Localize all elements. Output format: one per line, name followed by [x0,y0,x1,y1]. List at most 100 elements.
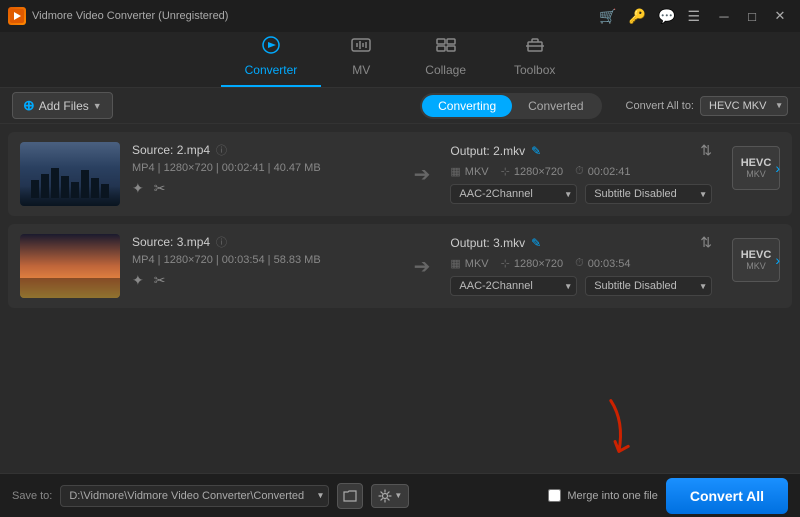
tab-mv-label: MV [352,63,370,77]
building [101,184,109,198]
toolbar: ⊕ Add Files ▼ Converting Converted Conve… [0,88,800,124]
building [41,174,49,198]
file-info-1: Source: 2.mp4 ⓘ MP4 | 1280×720 | 00:02:4… [132,142,394,197]
output-name-1: Output: 2.mkv ✎ [450,144,541,158]
clock-icon-2: ⏱ [575,257,584,270]
folder-button[interactable] [337,483,363,509]
tab-toolbox-label: Toolbox [514,63,555,77]
tab-mv[interactable]: MV [321,30,401,87]
settings-arrow: ▼ [394,491,402,500]
file-thumb-2 [20,234,120,298]
format-select-wrapper[interactable]: HEVC MKV H.264 MP4 H.264 AVI ▼ [700,96,788,116]
building [81,170,89,198]
app-icon [8,7,26,25]
badge-bottom-1: MKV [746,169,766,179]
subtitle-select-2[interactable]: Subtitle Disabled [585,276,712,296]
audio-select-wrapper-1[interactable]: AAC-2Channel ▼ [450,184,577,204]
output-area-1: Output: 2.mkv ✎ ⇅ ▦ MKV ⊹ 1280×720 [450,142,712,204]
converting-tab[interactable]: Converting [422,95,512,117]
merge-label: Merge into one file [567,490,658,502]
tune-icon-1[interactable]: ⇅ [700,142,712,159]
convert-all-button[interactable]: Convert All [666,478,788,514]
subtitle-select-wrapper-1[interactable]: Subtitle Disabled ▼ [585,184,712,204]
badge-bottom-2: MKV [746,261,766,271]
file1-source: Source: 2.mp4 [132,143,210,157]
convert-all-to: Convert All to: HEVC MKV H.264 MP4 H.264… [626,96,788,116]
tune-icon-2[interactable]: ⇅ [700,234,712,251]
audio-select-1[interactable]: AAC-2Channel [450,184,577,204]
close-button[interactable]: ✕ [768,6,792,26]
format-badge-1[interactable]: HEVC MKV › [732,146,780,190]
badge-arrow-2: › [775,252,780,268]
plus-icon: ⊕ [23,97,35,114]
tab-collage[interactable]: Collage [401,30,490,87]
file-source-row-1: Source: 2.mp4 ⓘ [132,142,394,158]
edit-icon-1[interactable]: ✎ [531,144,541,158]
cut-icon-2[interactable]: ✂ [154,272,166,289]
tab-converter[interactable]: Converter [221,30,322,87]
settings-star-icon-1[interactable]: ✦ [132,180,144,197]
audio-select-wrapper-2[interactable]: AAC-2Channel ▼ [450,276,577,296]
key-icon[interactable]: 🔑 [629,8,646,25]
titlebar-right: 🛒 🔑 💬 ☰ ─ □ ✕ [599,6,792,26]
file-item-2: Source: 3.mp4 ⓘ MP4 | 1280×720 | 00:03:5… [8,224,792,308]
arrow-area-2: ➔ [406,254,439,279]
audio-select-2[interactable]: AAC-2Channel [450,276,577,296]
arrow-right-icon-1: ➔ [414,162,431,187]
thumb-sunset-image [20,234,120,298]
info-icon-2[interactable]: ⓘ [216,234,227,250]
add-files-button[interactable]: ⊕ Add Files ▼ [12,92,113,119]
file1-actions: ✦ ✂ [132,180,394,197]
file-info-2: Source: 3.mp4 ⓘ MP4 | 1280×720 | 00:03:5… [132,234,394,289]
spec-duration-2: ⏱ 00:03:54 [575,257,630,270]
file2-meta: MP4 | 1280×720 | 00:03:54 | 58.83 MB [132,254,394,266]
settings-star-icon-2[interactable]: ✦ [132,272,144,289]
spec-resolution-1: ⊹ 1280×720 [501,165,563,178]
building [91,178,99,198]
badge-top-1: HEVC [741,157,772,169]
minimize-button[interactable]: ─ [712,6,736,26]
subtitle-select-1[interactable]: Subtitle Disabled [585,184,712,204]
converted-tab[interactable]: Converted [512,95,599,117]
arrow-area-1: ➔ [406,162,439,187]
tab-collage-label: Collage [425,63,466,77]
info-icon-1[interactable]: ⓘ [216,142,227,158]
tabbar: Converter MV Collage [0,32,800,88]
cut-icon-1[interactable]: ✂ [154,180,166,197]
save-path-select[interactable]: D:\Vidmore\Vidmore Video Converter\Conve… [60,485,329,507]
edit-icon-2[interactable]: ✎ [531,236,541,250]
convert-tabs: Converting Converted [420,93,601,119]
file-item-1: Source: 2.mp4 ⓘ MP4 | 1280×720 | 00:02:4… [8,132,792,216]
toolbox-icon [524,36,546,59]
output-name-2: Output: 3.mkv ✎ [450,236,541,250]
spec-format-1: ▦ MKV [450,165,488,178]
clock-icon-1: ⏱ [575,165,584,178]
menu-icon[interactable]: ☰ [687,8,700,25]
output-top-2: Output: 3.mkv ✎ ⇅ [450,234,712,251]
merge-checkbox[interactable] [548,489,561,502]
file2-source: Source: 3.mp4 [132,235,210,249]
output-selects-2: AAC-2Channel ▼ Subtitle Disabled ▼ [450,276,712,296]
save-to-label: Save to: [12,490,52,502]
subtitle-select-wrapper-2[interactable]: Subtitle Disabled ▼ [585,276,712,296]
save-path-wrapper[interactable]: D:\Vidmore\Vidmore Video Converter\Conve… [60,485,329,507]
maximize-button[interactable]: □ [740,6,764,26]
file1-output-label: Output: 2.mkv [450,144,525,158]
thumb-city-image [20,142,120,206]
titlebar: Vidmore Video Converter (Unregistered) 🛒… [0,0,800,32]
file1-meta: MP4 | 1280×720 | 00:02:41 | 40.47 MB [132,162,394,174]
mv-icon [350,36,372,59]
tab-toolbox[interactable]: Toolbox [490,30,579,87]
titlebar-title: Vidmore Video Converter (Unregistered) [32,10,228,22]
cart-icon[interactable]: 🛒 [599,8,616,25]
settings-button[interactable]: ▼ [371,484,409,508]
file2-output-label: Output: 3.mkv [450,236,525,250]
spec-resolution-2: ⊹ 1280×720 [501,257,563,270]
film-icon-1: ▦ [450,165,460,178]
format-select[interactable]: HEVC MKV H.264 MP4 H.264 AVI [700,96,788,116]
format-badge-2[interactable]: HEVC MKV › [732,238,780,282]
chat-icon[interactable]: 💬 [658,8,675,25]
add-files-label: Add Files [39,99,89,113]
collage-icon [435,36,457,59]
spec-duration-1: ⏱ 00:02:41 [575,165,630,178]
